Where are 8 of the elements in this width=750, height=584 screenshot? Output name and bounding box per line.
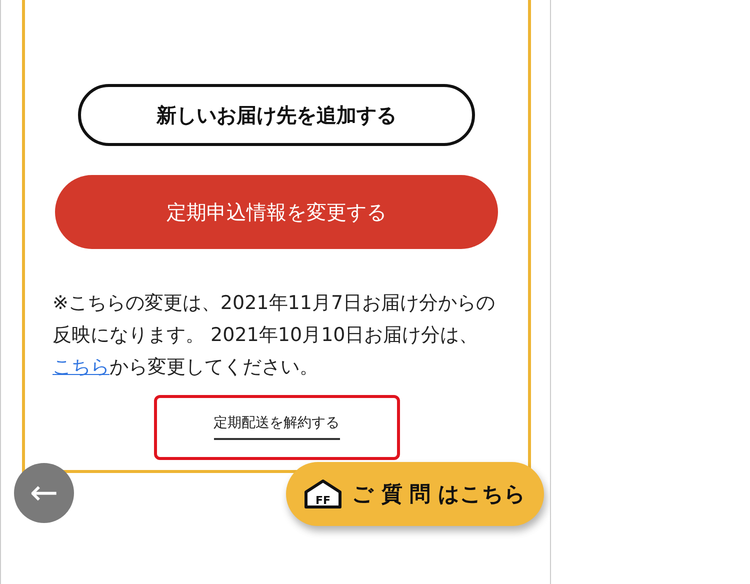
back-button[interactable]: ← — [14, 463, 74, 523]
add-address-button[interactable]: 新しいお届け先を追加する — [78, 84, 475, 146]
house-logo-icon: FF — [304, 479, 342, 509]
here-link[interactable]: こちら — [52, 356, 110, 378]
faq-button[interactable]: FF ご 質 問 はこちら — [286, 462, 544, 526]
change-subscription-button[interactable]: 定期申込情報を変更する — [55, 175, 498, 249]
cancel-link[interactable]: 定期配送を解約する — [214, 414, 340, 440]
note-text: ※こちらの変更は、2021年11月7日お届け分からの反映になります。 2021年10月10日お届け分は、 こちらから変更してください。 — [52, 291, 496, 380]
